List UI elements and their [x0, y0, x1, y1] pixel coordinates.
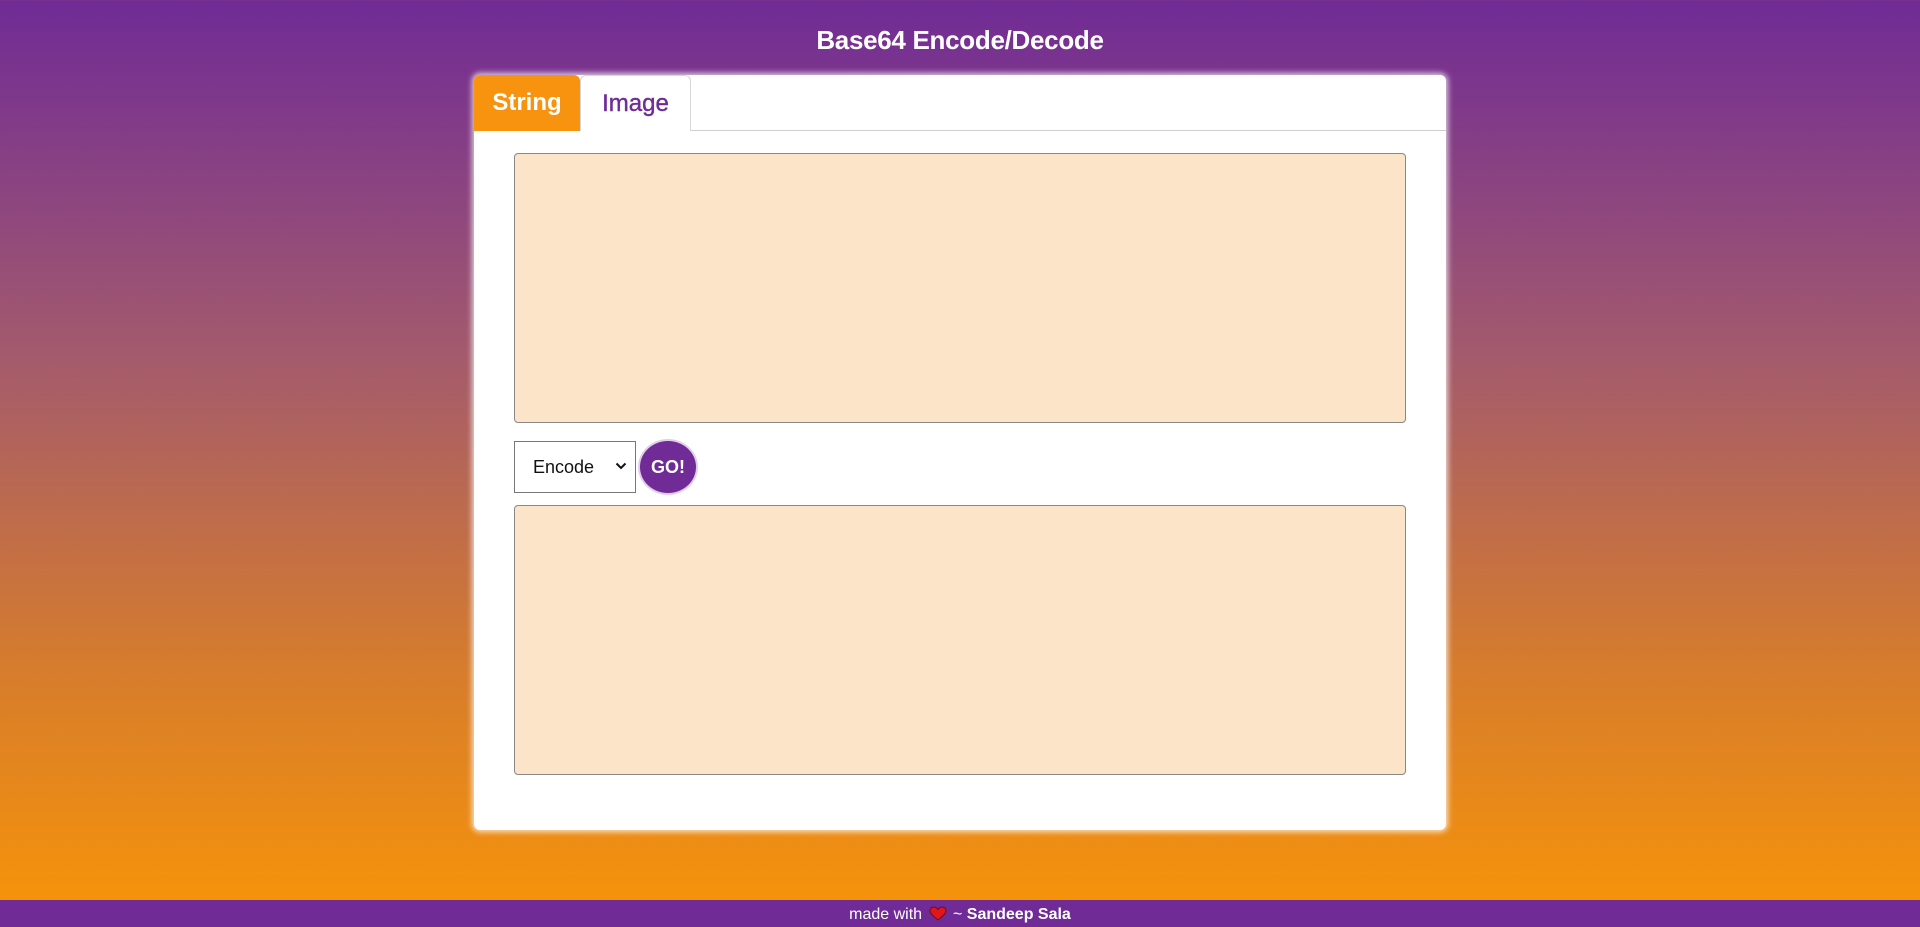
input-textarea[interactable]	[514, 153, 1406, 423]
output-textarea[interactable]	[514, 505, 1406, 775]
heart-icon	[929, 906, 946, 921]
chevron-down-icon	[615, 462, 627, 470]
go-button[interactable]: GO!	[640, 441, 696, 493]
footer-separator: ~	[952, 906, 963, 923]
page-title: Base64 Encode/Decode	[816, 25, 1104, 55]
mode-select[interactable]: Encode	[514, 441, 636, 493]
tab-image[interactable]: Image	[580, 75, 691, 131]
footer-prefix: made with	[849, 906, 923, 923]
footer: made with ~ Sandeep Sala	[0, 900, 1920, 927]
tab-bar: String Image	[474, 75, 1446, 131]
tab-string[interactable]: String	[474, 75, 580, 131]
mode-select-value: Encode	[533, 457, 595, 477]
main-card: String Image Encode GO!	[474, 75, 1446, 830]
footer-author: Sandeep Sala	[966, 906, 1071, 923]
